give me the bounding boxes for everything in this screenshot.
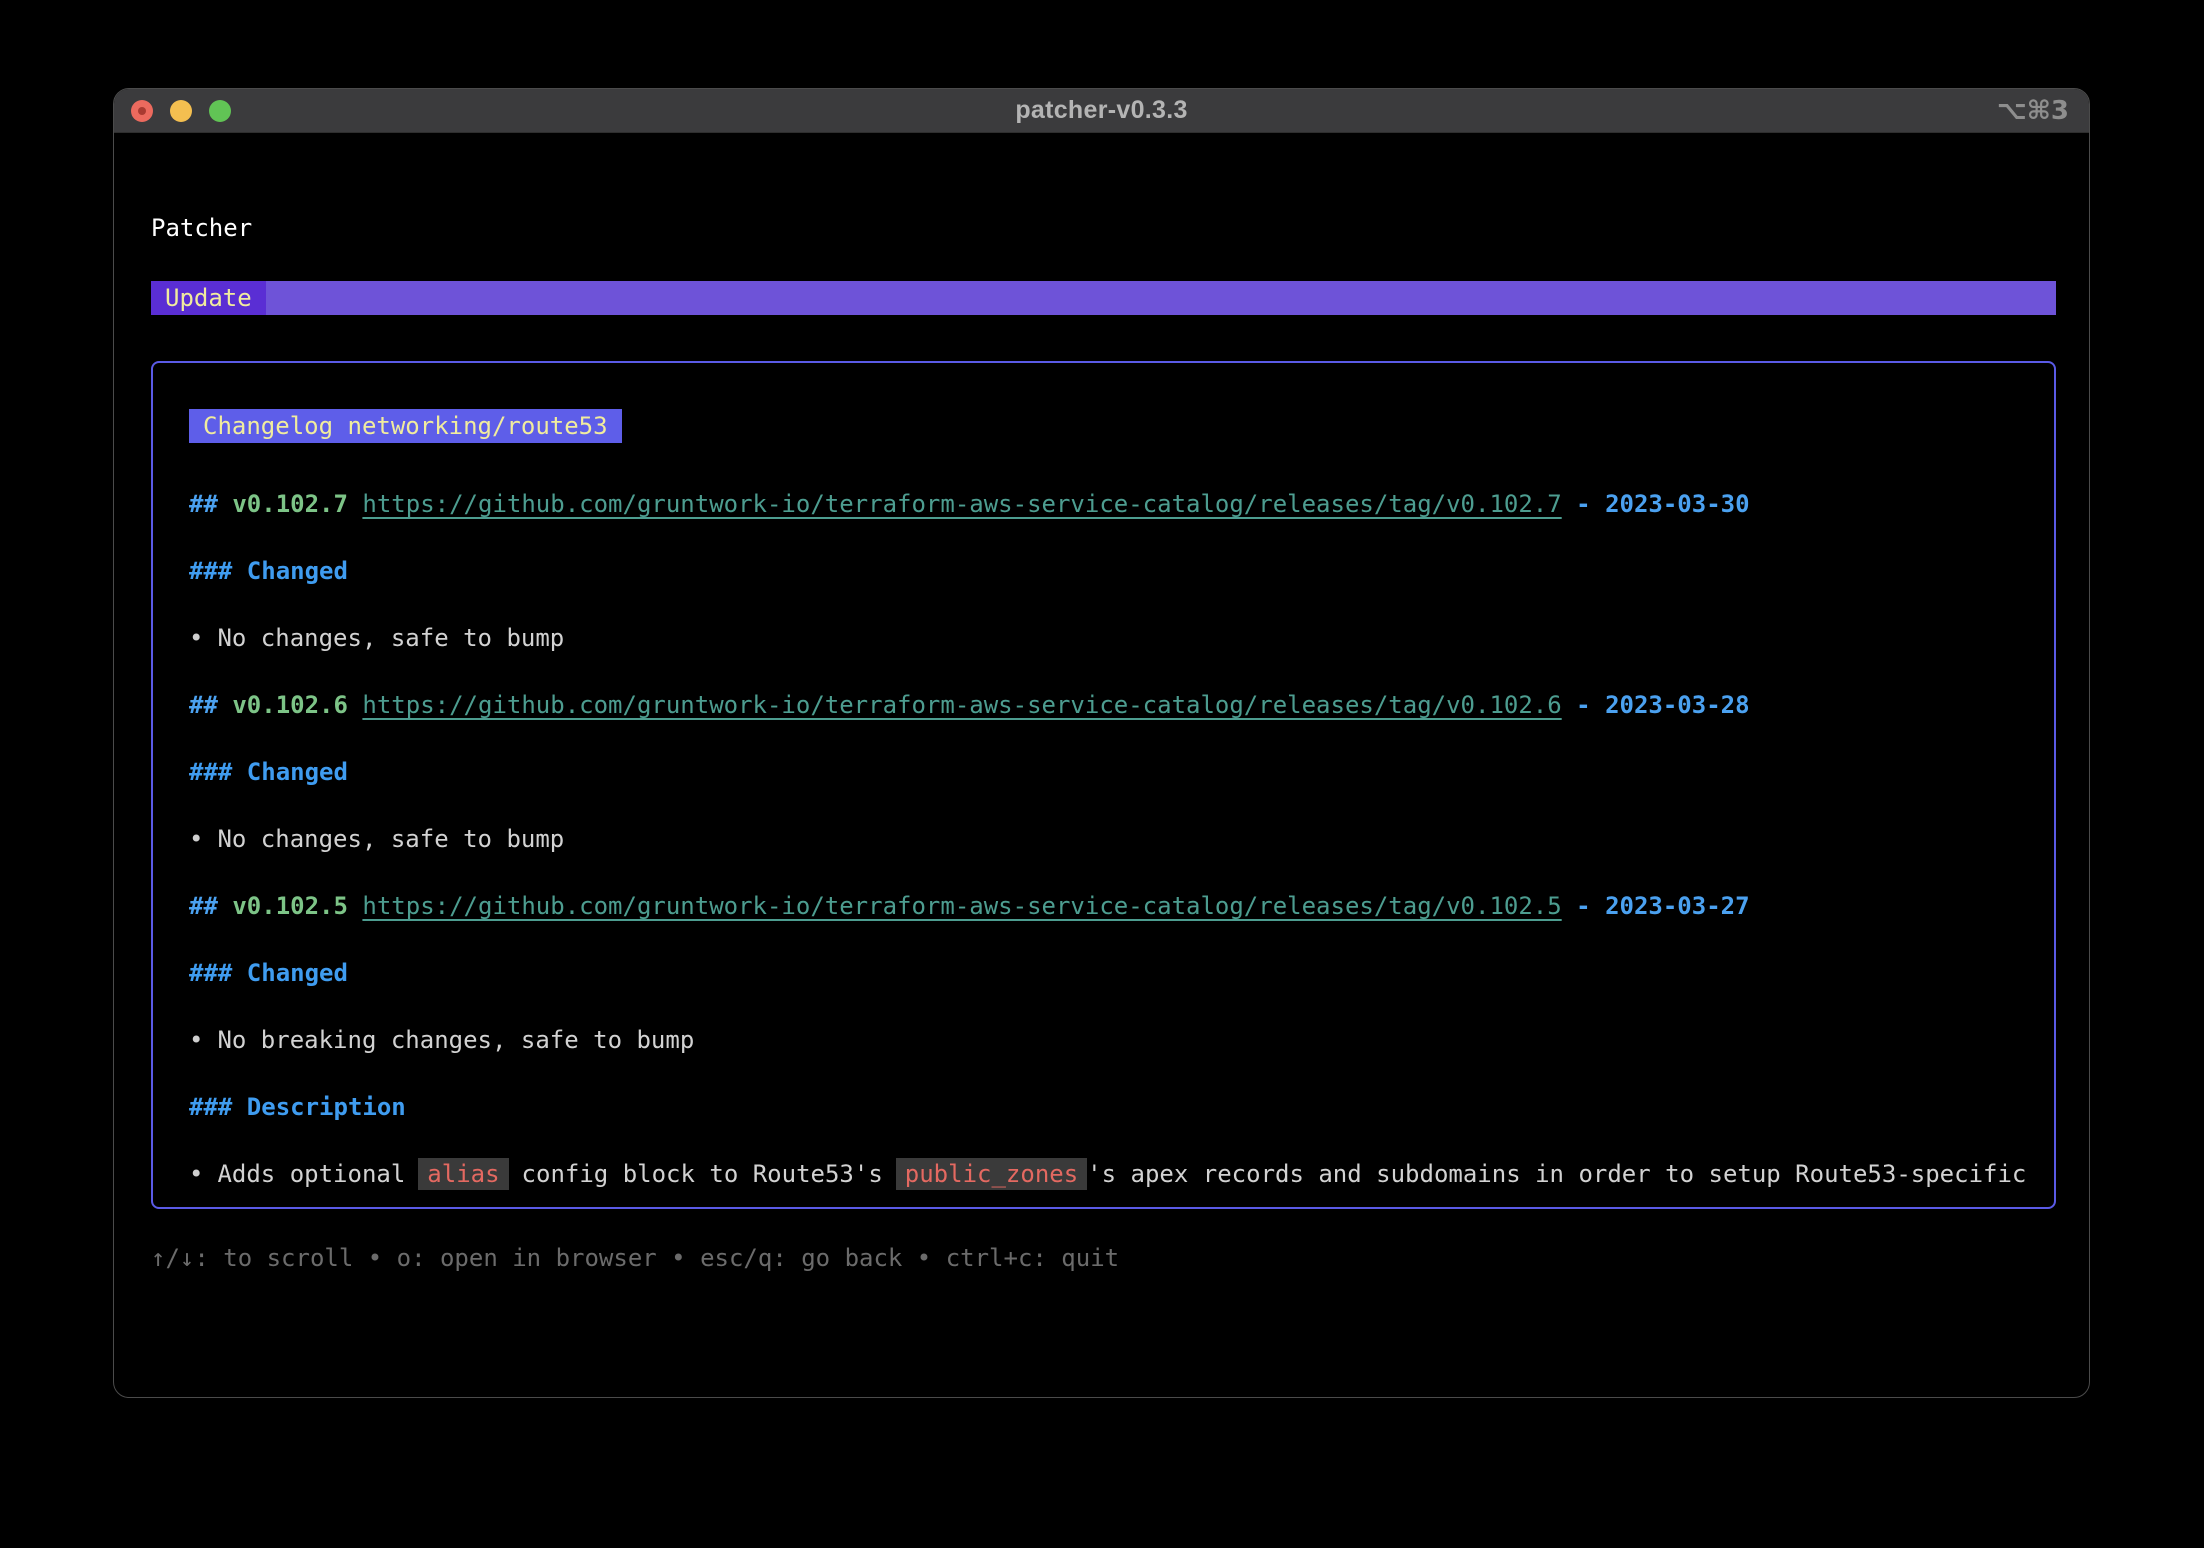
release-version: v0.102.7	[232, 490, 348, 518]
section-heading: ### Changed	[189, 755, 2024, 789]
bullet-icon: •	[189, 624, 203, 652]
bullet-item: •No breaking changes, safe to bump	[189, 1023, 2024, 1057]
close-button[interactable]	[131, 100, 153, 122]
dash: -	[1576, 490, 1590, 518]
help-bar: ↑/↓: to scroll • o: open in browser • es…	[151, 1241, 2052, 1275]
release-date: 2023-03-28	[1605, 691, 1750, 719]
release-heading: ## v0.102.6 https://github.com/gruntwork…	[189, 688, 2024, 722]
zoom-button[interactable]	[209, 100, 231, 122]
release-version: v0.102.5	[232, 892, 348, 920]
traffic-lights	[131, 89, 231, 132]
h2-hashes: ##	[189, 892, 218, 920]
dash: -	[1576, 691, 1590, 719]
release-version: v0.102.6	[232, 691, 348, 719]
bullet-item: •No changes, safe to bump	[189, 822, 2024, 856]
release-link[interactable]: https://github.com/gruntwork-io/terrafor…	[362, 691, 1561, 719]
terminal-content: Patcher Update Changelog networking/rout…	[114, 133, 2089, 1275]
release-heading: ## v0.102.5 https://github.com/gruntwork…	[189, 889, 2024, 923]
tab-bar: Update	[151, 281, 2056, 315]
h2-hashes: ##	[189, 691, 218, 719]
minimize-button[interactable]	[170, 100, 192, 122]
release-link[interactable]: https://github.com/gruntwork-io/terrafor…	[362, 490, 1561, 518]
h2-hashes: ##	[189, 490, 218, 518]
window-shortcut-badge: ⌥⌘3	[1997, 89, 2069, 132]
section-heading-description: ### Description	[189, 1090, 2024, 1124]
page-title: Patcher	[151, 211, 2052, 245]
bullet-icon: •	[189, 1160, 203, 1188]
bullet-icon: •	[189, 825, 203, 853]
changelog-viewport[interactable]: Changelog networking/route53 ## v0.102.7…	[151, 361, 2056, 1209]
app-window: patcher-v0.3.3 ⌥⌘3 Patcher Update Change…	[113, 88, 2090, 1398]
inline-code: public_zones	[896, 1158, 1087, 1190]
changelog-badge: Changelog networking/route53	[189, 409, 622, 443]
window-title: patcher-v0.3.3	[1015, 96, 1187, 125]
release-link[interactable]: https://github.com/gruntwork-io/terrafor…	[362, 892, 1561, 920]
release-heading: ## v0.102.7 https://github.com/gruntwork…	[189, 487, 2024, 521]
bullet-item: •No changes, safe to bump	[189, 621, 2024, 655]
section-heading: ### Changed	[189, 554, 2024, 588]
bullet-item-description: •Adds optionalaliasconfig block to Route…	[189, 1157, 2024, 1191]
tab-update[interactable]: Update	[151, 281, 266, 315]
bullet-icon: •	[189, 1026, 203, 1054]
release-date: 2023-03-27	[1605, 892, 1750, 920]
window-titlebar[interactable]: patcher-v0.3.3 ⌥⌘3	[114, 89, 2089, 133]
section-heading: ### Changed	[189, 956, 2024, 990]
dash: -	[1576, 892, 1590, 920]
release-date: 2023-03-30	[1605, 490, 1750, 518]
inline-code: alias	[418, 1158, 508, 1190]
